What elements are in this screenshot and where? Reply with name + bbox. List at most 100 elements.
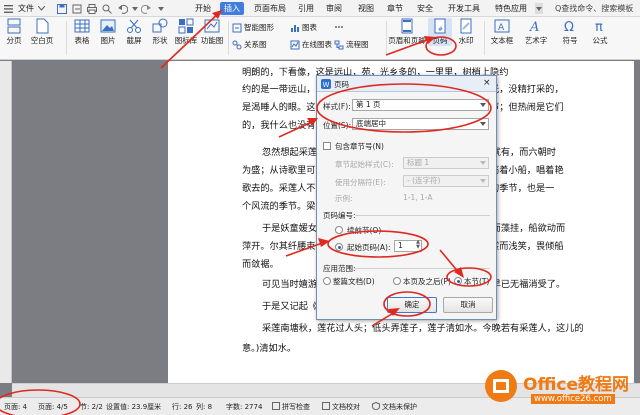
page-break-icon bbox=[7, 18, 21, 34]
style-label: 样式(F): bbox=[323, 102, 351, 111]
textbox-button[interactable]: A 文本框 bbox=[490, 18, 514, 46]
smart-art-icon bbox=[232, 23, 242, 32]
doc-line: 采莲南塘秋，莲花过人头；低头弄莲子，莲子清如水。今晚若有采莲人，这儿的 bbox=[262, 323, 584, 334]
flowchart-button[interactable]: 流程图 bbox=[334, 39, 369, 50]
ok-button[interactable]: 确定 bbox=[387, 297, 437, 313]
numbering-group-label: 页码编号: bbox=[323, 211, 356, 220]
customize-icon[interactable] bbox=[155, 3, 166, 14]
formula-button[interactable]: π 公式 bbox=[588, 18, 612, 46]
separator-label: 使用分隔符(E): bbox=[335, 178, 386, 187]
smart-art-button[interactable]: 智能图形 bbox=[232, 22, 274, 33]
redo-icon[interactable] bbox=[140, 3, 151, 14]
separator-select[interactable]: - (连字符) bbox=[403, 175, 489, 187]
icon-library-button[interactable]: 图标库 bbox=[174, 18, 198, 46]
chevron-down-icon[interactable] bbox=[36, 3, 47, 14]
menu-bar: 文件 开始 插入 页面布局 引用 审阅 视图 章节 安全 开发工具 特色应用 Q… bbox=[0, 0, 640, 17]
status-words[interactable]: 字数: 2774 bbox=[226, 402, 262, 412]
position-select[interactable]: 底端居中 bbox=[352, 118, 489, 130]
divider bbox=[228, 21, 229, 55]
tab-section[interactable]: 章节 bbox=[387, 3, 403, 14]
whole-doc-radio[interactable] bbox=[323, 277, 331, 285]
tab-view[interactable]: 视图 bbox=[358, 3, 374, 14]
tab-special[interactable]: 特色应用 bbox=[495, 3, 527, 14]
header-footer-icon bbox=[401, 18, 413, 34]
tab-page-layout[interactable]: 页面布局 bbox=[254, 3, 286, 14]
save-icon[interactable] bbox=[56, 3, 67, 14]
online-chart-button[interactable]: 在线图表 bbox=[290, 39, 332, 50]
dialog-titlebar[interactable]: W 页码 × bbox=[317, 76, 496, 92]
svg-text:A: A bbox=[529, 20, 539, 34]
example-value: 1-1, 1-A bbox=[403, 193, 433, 202]
export-icon[interactable] bbox=[71, 3, 82, 14]
print-preview-icon[interactable] bbox=[101, 3, 112, 14]
more-tabs-icon[interactable] bbox=[535, 3, 543, 14]
doc-proofread[interactable]: 文档校对 bbox=[322, 402, 360, 412]
this-section-label: 本节(T) bbox=[464, 277, 490, 286]
status-page-count[interactable]: 页面: 4/5 bbox=[38, 402, 68, 412]
watermark-button[interactable]: 水印 bbox=[454, 18, 478, 46]
brand-url: www.office26.com bbox=[531, 394, 615, 404]
vertical-ruler bbox=[0, 61, 12, 383]
tab-home[interactable]: 开始 bbox=[195, 3, 211, 14]
wordart-button[interactable]: A 艺术字 bbox=[524, 18, 548, 46]
doc-line: 意。)清如水。 bbox=[242, 343, 297, 354]
chevron-down-icon bbox=[480, 179, 486, 183]
chart-button[interactable]: 图表 bbox=[290, 22, 317, 33]
proofread-icon bbox=[322, 402, 330, 410]
continue-radio[interactable] bbox=[335, 226, 343, 234]
shapes-button[interactable]: 形状 bbox=[148, 18, 172, 46]
divider bbox=[355, 268, 490, 269]
undo-dropdown-icon[interactable] bbox=[129, 3, 140, 14]
scissors-icon bbox=[127, 19, 141, 33]
picture-button[interactable]: 图片 bbox=[96, 18, 120, 46]
table-icon bbox=[74, 19, 90, 33]
chart-icon bbox=[291, 24, 299, 32]
chapter-style-select[interactable]: 标题 1 bbox=[403, 157, 489, 169]
page-number-button[interactable]: # 页码 bbox=[428, 18, 452, 46]
wps-logo-icon: W bbox=[321, 79, 331, 89]
file-menu[interactable]: 文件 bbox=[18, 3, 34, 14]
undo-icon[interactable] bbox=[117, 3, 128, 14]
tab-security[interactable]: 安全 bbox=[417, 3, 433, 14]
tab-review[interactable]: 审阅 bbox=[326, 3, 342, 14]
more-icon bbox=[335, 26, 343, 28]
search-command[interactable]: Q查找命令、搜索模板 bbox=[555, 3, 633, 14]
spell-check[interactable]: 拼写检查 bbox=[272, 402, 310, 412]
brand-text: Office教程网 bbox=[523, 375, 630, 395]
tab-developer[interactable]: 开发工具 bbox=[448, 3, 480, 14]
status-section: 节: 2/2 bbox=[80, 403, 103, 411]
style-select[interactable]: 第 1 页 bbox=[352, 99, 489, 111]
spell-check-icon bbox=[272, 402, 280, 410]
svg-text:Ω: Ω bbox=[564, 20, 574, 34]
status-page: 页面: 4 bbox=[4, 403, 28, 411]
page-break-button[interactable]: 分页 bbox=[2, 18, 26, 46]
tab-insert[interactable]: 插入 bbox=[220, 2, 244, 15]
include-chapter-label: 包含章节号(N) bbox=[335, 142, 384, 151]
table-button[interactable]: 表格 bbox=[70, 18, 94, 46]
print-icon[interactable] bbox=[86, 3, 97, 14]
page-number-dialog: W 页码 × 样式(F): 第 1 页 位置(S): 底端居中 包含章节号(N)… bbox=[316, 75, 497, 320]
blank-page-button[interactable]: 空白页 bbox=[30, 18, 54, 46]
blank-page-icon bbox=[36, 18, 49, 34]
function-chart-icon bbox=[204, 19, 220, 33]
tab-references[interactable]: 引用 bbox=[298, 3, 314, 14]
close-icon[interactable]: × bbox=[483, 78, 491, 88]
doc-line: 而敛裾。 bbox=[242, 259, 279, 270]
spinner-icon[interactable]: ▲ ▼ bbox=[416, 240, 420, 250]
more-button[interactable] bbox=[334, 22, 344, 32]
this-section-radio[interactable] bbox=[454, 277, 462, 285]
svg-text:π: π bbox=[595, 20, 603, 34]
include-chapter-checkbox[interactable] bbox=[323, 142, 331, 150]
function-chart-button[interactable]: 功能图 bbox=[200, 18, 224, 46]
symbol-button[interactable]: Ω 符号 bbox=[558, 18, 582, 46]
header-footer-button[interactable]: 页眉和页脚 bbox=[388, 18, 426, 46]
relation-chart-button[interactable]: 关系图 bbox=[232, 39, 267, 50]
cancel-button[interactable]: 取消 bbox=[443, 297, 493, 313]
shapes-icon bbox=[152, 18, 168, 33]
start-number-input[interactable]: 1 ▲ ▼ bbox=[394, 240, 422, 252]
doc-protection[interactable]: 文档未保护 bbox=[372, 402, 417, 412]
screenshot-button[interactable]: 截屏 bbox=[122, 18, 146, 46]
this-page-after-radio[interactable] bbox=[393, 277, 401, 285]
hamburger-icon[interactable] bbox=[3, 3, 14, 14]
start-at-radio[interactable] bbox=[335, 243, 343, 251]
